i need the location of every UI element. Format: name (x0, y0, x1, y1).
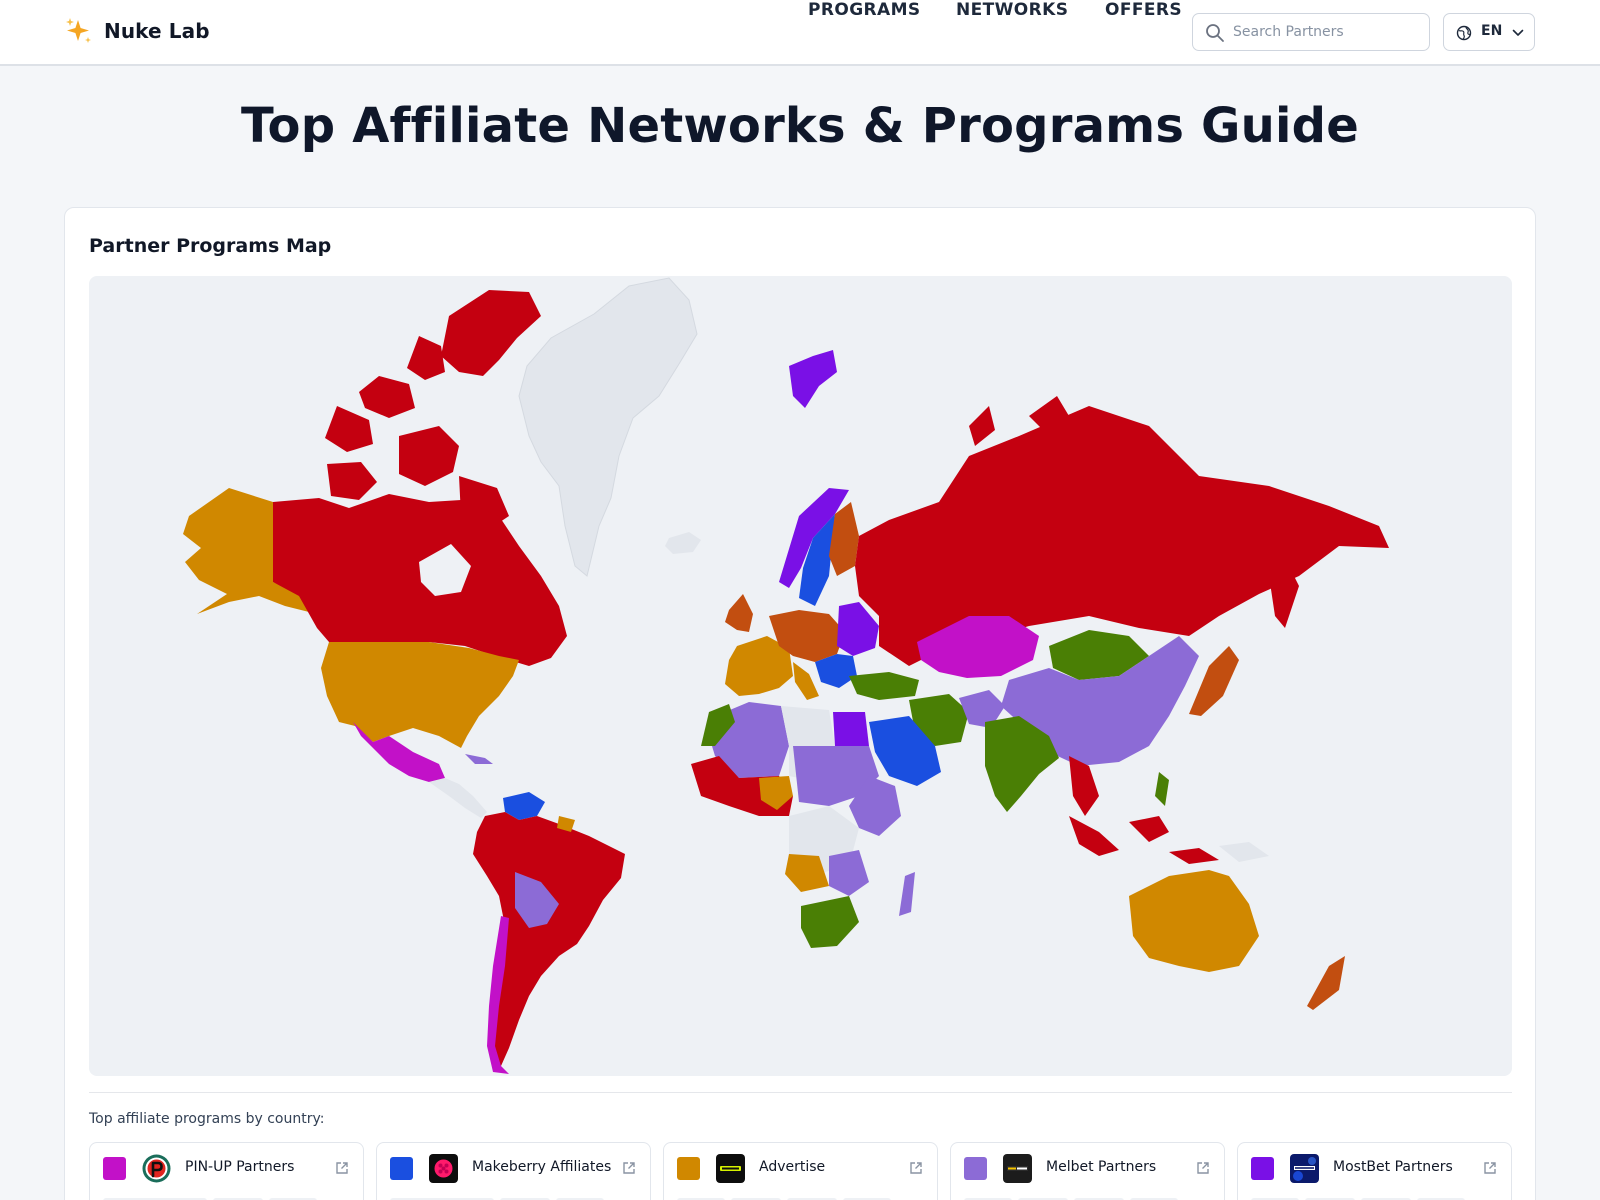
region-uk[interactable] (725, 594, 753, 632)
region-mozambique-zambia[interactable] (829, 850, 869, 896)
region-philippines[interactable] (1155, 772, 1169, 806)
external-link-icon[interactable] (335, 1161, 349, 1175)
top-navigation-bar: Nuke Lab PROGRAMS NETWORKS OFFERS EN (0, 0, 1600, 66)
region-indonesia[interactable] (1069, 816, 1219, 864)
region-south-africa[interactable] (801, 896, 859, 948)
legend-card-advertise[interactable]: Advertise (663, 1142, 938, 1200)
search-box (1192, 13, 1430, 51)
legend-caption: Top affiliate programs by country: (89, 1111, 325, 1127)
region-eastern-europe[interactable] (837, 602, 879, 656)
chevron-down-icon (1512, 29, 1524, 36)
legend-program-name: Advertise (759, 1159, 826, 1175)
map-card-title: Partner Programs Map (89, 235, 332, 257)
program-legend: PIN-UP Partners Makeberry Affiliates Adv… (89, 1142, 1512, 1200)
external-link-icon[interactable] (1483, 1161, 1497, 1175)
legend-color-swatch (964, 1157, 987, 1180)
brand-name: Nuke Lab (104, 19, 210, 43)
legend-card-mostbet-partners[interactable]: MostBet Partners (1237, 1142, 1512, 1200)
legend-color-swatch (103, 1157, 126, 1180)
globe-icon (1456, 25, 1472, 41)
region-new-guinea[interactable] (1219, 842, 1269, 862)
region-caribbean[interactable] (465, 754, 493, 764)
region-madagascar[interactable] (899, 872, 915, 916)
legend-program-name: Makeberry Affiliates (472, 1159, 612, 1175)
legend-program-name: Melbet Partners (1046, 1159, 1157, 1175)
pinup-logo (142, 1154, 171, 1183)
world-map[interactable] (89, 276, 1512, 1076)
region-greenland[interactable] (518, 277, 698, 577)
makeberry-logo (429, 1154, 458, 1183)
language-selector[interactable]: EN (1443, 13, 1535, 51)
legend-card-pinup-partners[interactable]: PIN-UP Partners (89, 1142, 364, 1200)
nav-networks[interactable]: NETWORKS (956, 0, 1068, 20)
region-canada-arctic[interactable] (325, 290, 541, 532)
search-icon (1206, 24, 1224, 42)
legend-color-swatch (677, 1157, 700, 1180)
legend-card-melbet-partners[interactable]: Melbet Partners (950, 1142, 1225, 1200)
legend-program-name: PIN-UP Partners (185, 1159, 295, 1175)
region-central-america[interactable] (429, 778, 487, 818)
nav-offers[interactable]: OFFERS (1105, 0, 1182, 20)
region-italy[interactable] (793, 662, 819, 700)
region-egypt[interactable] (833, 712, 869, 746)
external-link-icon[interactable] (909, 1161, 923, 1175)
region-turkey[interactable] (849, 672, 919, 700)
region-svalbard[interactable] (789, 350, 837, 408)
language-code: EN (1481, 23, 1503, 39)
melbet-logo (1003, 1154, 1032, 1183)
world-map-svg (183, 277, 1389, 1074)
legend-program-name: MostBet Partners (1333, 1159, 1453, 1175)
region-se-asia[interactable] (1069, 756, 1099, 816)
page-title: Top Affiliate Networks & Programs Guide (240, 98, 1359, 154)
partner-programs-map-card: Partner Programs Map Top affiliate progr… (64, 207, 1536, 1200)
region-canada[interactable] (273, 494, 567, 666)
sparkles-icon (66, 18, 91, 43)
nav-programs[interactable]: PROGRAMS (808, 0, 921, 20)
region-iceland[interactable] (665, 532, 701, 554)
external-link-icon[interactable] (622, 1161, 636, 1175)
region-australia[interactable] (1129, 870, 1259, 972)
legend-card-makeberry-affiliates[interactable]: Makeberry Affiliates (376, 1142, 651, 1200)
region-new-zealand[interactable] (1307, 956, 1345, 1010)
legend-color-swatch (390, 1157, 413, 1180)
external-link-icon[interactable] (1196, 1161, 1210, 1175)
region-russia[interactable] (855, 406, 1389, 666)
advertise-logo (716, 1154, 745, 1183)
search-input[interactable] (1233, 16, 1423, 48)
brand-logo-link[interactable]: Nuke Lab (64, 16, 210, 46)
region-usa[interactable] (321, 642, 519, 748)
mostbet-logo (1290, 1154, 1319, 1183)
legend-divider (89, 1092, 1512, 1093)
legend-color-swatch (1251, 1157, 1274, 1180)
